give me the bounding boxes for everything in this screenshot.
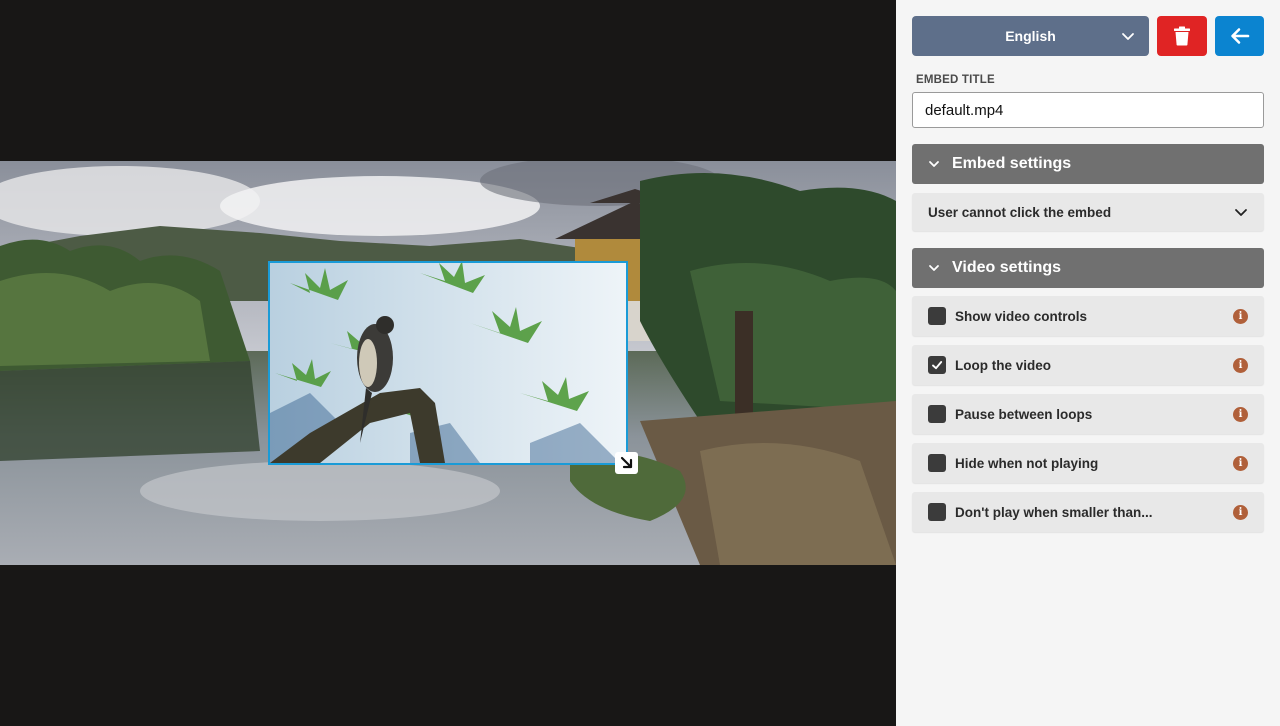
info-icon[interactable]: i	[1233, 357, 1248, 373]
resize-arrow-icon	[620, 456, 632, 469]
checkbox[interactable]	[928, 307, 946, 325]
embed-settings-header[interactable]: Embed settings	[912, 144, 1264, 184]
resize-handle[interactable]	[615, 452, 638, 474]
language-select[interactable]: English	[912, 16, 1149, 56]
arrow-left-icon	[1230, 28, 1249, 44]
checkmark-icon	[932, 361, 943, 370]
embed-settings-title: Embed settings	[952, 155, 1072, 172]
info-icon[interactable]: i	[1233, 406, 1248, 422]
language-select-value: English	[1005, 28, 1056, 44]
option-label: Hide when not playing	[955, 455, 1099, 471]
chevron-down-icon	[928, 262, 940, 274]
info-icon[interactable]: i	[1233, 504, 1248, 520]
option-loop-video[interactable]: Loop the video i	[912, 345, 1264, 385]
chevron-down-icon	[928, 158, 940, 170]
option-label: Don't play when smaller than...	[955, 504, 1153, 520]
click-behavior-select[interactable]: User cannot click the embed	[912, 193, 1264, 231]
delete-button[interactable]	[1157, 16, 1207, 56]
checkbox[interactable]	[928, 454, 946, 472]
option-hide-when-not-playing[interactable]: Hide when not playing i	[912, 443, 1264, 483]
embed-title-label: EMBED TITLE	[916, 74, 995, 86]
option-label: Loop the video	[955, 357, 1051, 373]
option-label: Pause between loops	[955, 406, 1093, 422]
option-dont-play-when-smaller[interactable]: Don't play when smaller than... i	[912, 492, 1264, 532]
checkbox[interactable]	[928, 503, 946, 521]
chevron-down-icon	[1235, 209, 1247, 216]
video-settings-title: Video settings	[952, 259, 1062, 276]
checkbox-checked[interactable]	[928, 356, 946, 374]
video-embed[interactable]	[268, 261, 628, 465]
chevron-down-icon	[1122, 33, 1134, 40]
checkbox[interactable]	[928, 405, 946, 423]
option-pause-between-loops[interactable]: Pause between loops i	[912, 394, 1264, 434]
option-show-video-controls[interactable]: Show video controls i	[912, 296, 1264, 336]
info-icon[interactable]: i	[1233, 455, 1248, 471]
option-label: Show video controls	[955, 308, 1088, 324]
click-behavior-value: User cannot click the embed	[928, 204, 1112, 220]
embed-title-input[interactable]	[912, 92, 1264, 128]
preview-canvas	[0, 0, 896, 726]
video-settings-header[interactable]: Video settings	[912, 248, 1264, 288]
info-icon[interactable]: i	[1233, 308, 1248, 324]
settings-panel: English EMBED TITLE Embed settings User	[896, 0, 1280, 726]
panel-toolbar: English	[912, 16, 1264, 56]
trash-icon	[1174, 26, 1190, 46]
back-button[interactable]	[1215, 16, 1264, 56]
